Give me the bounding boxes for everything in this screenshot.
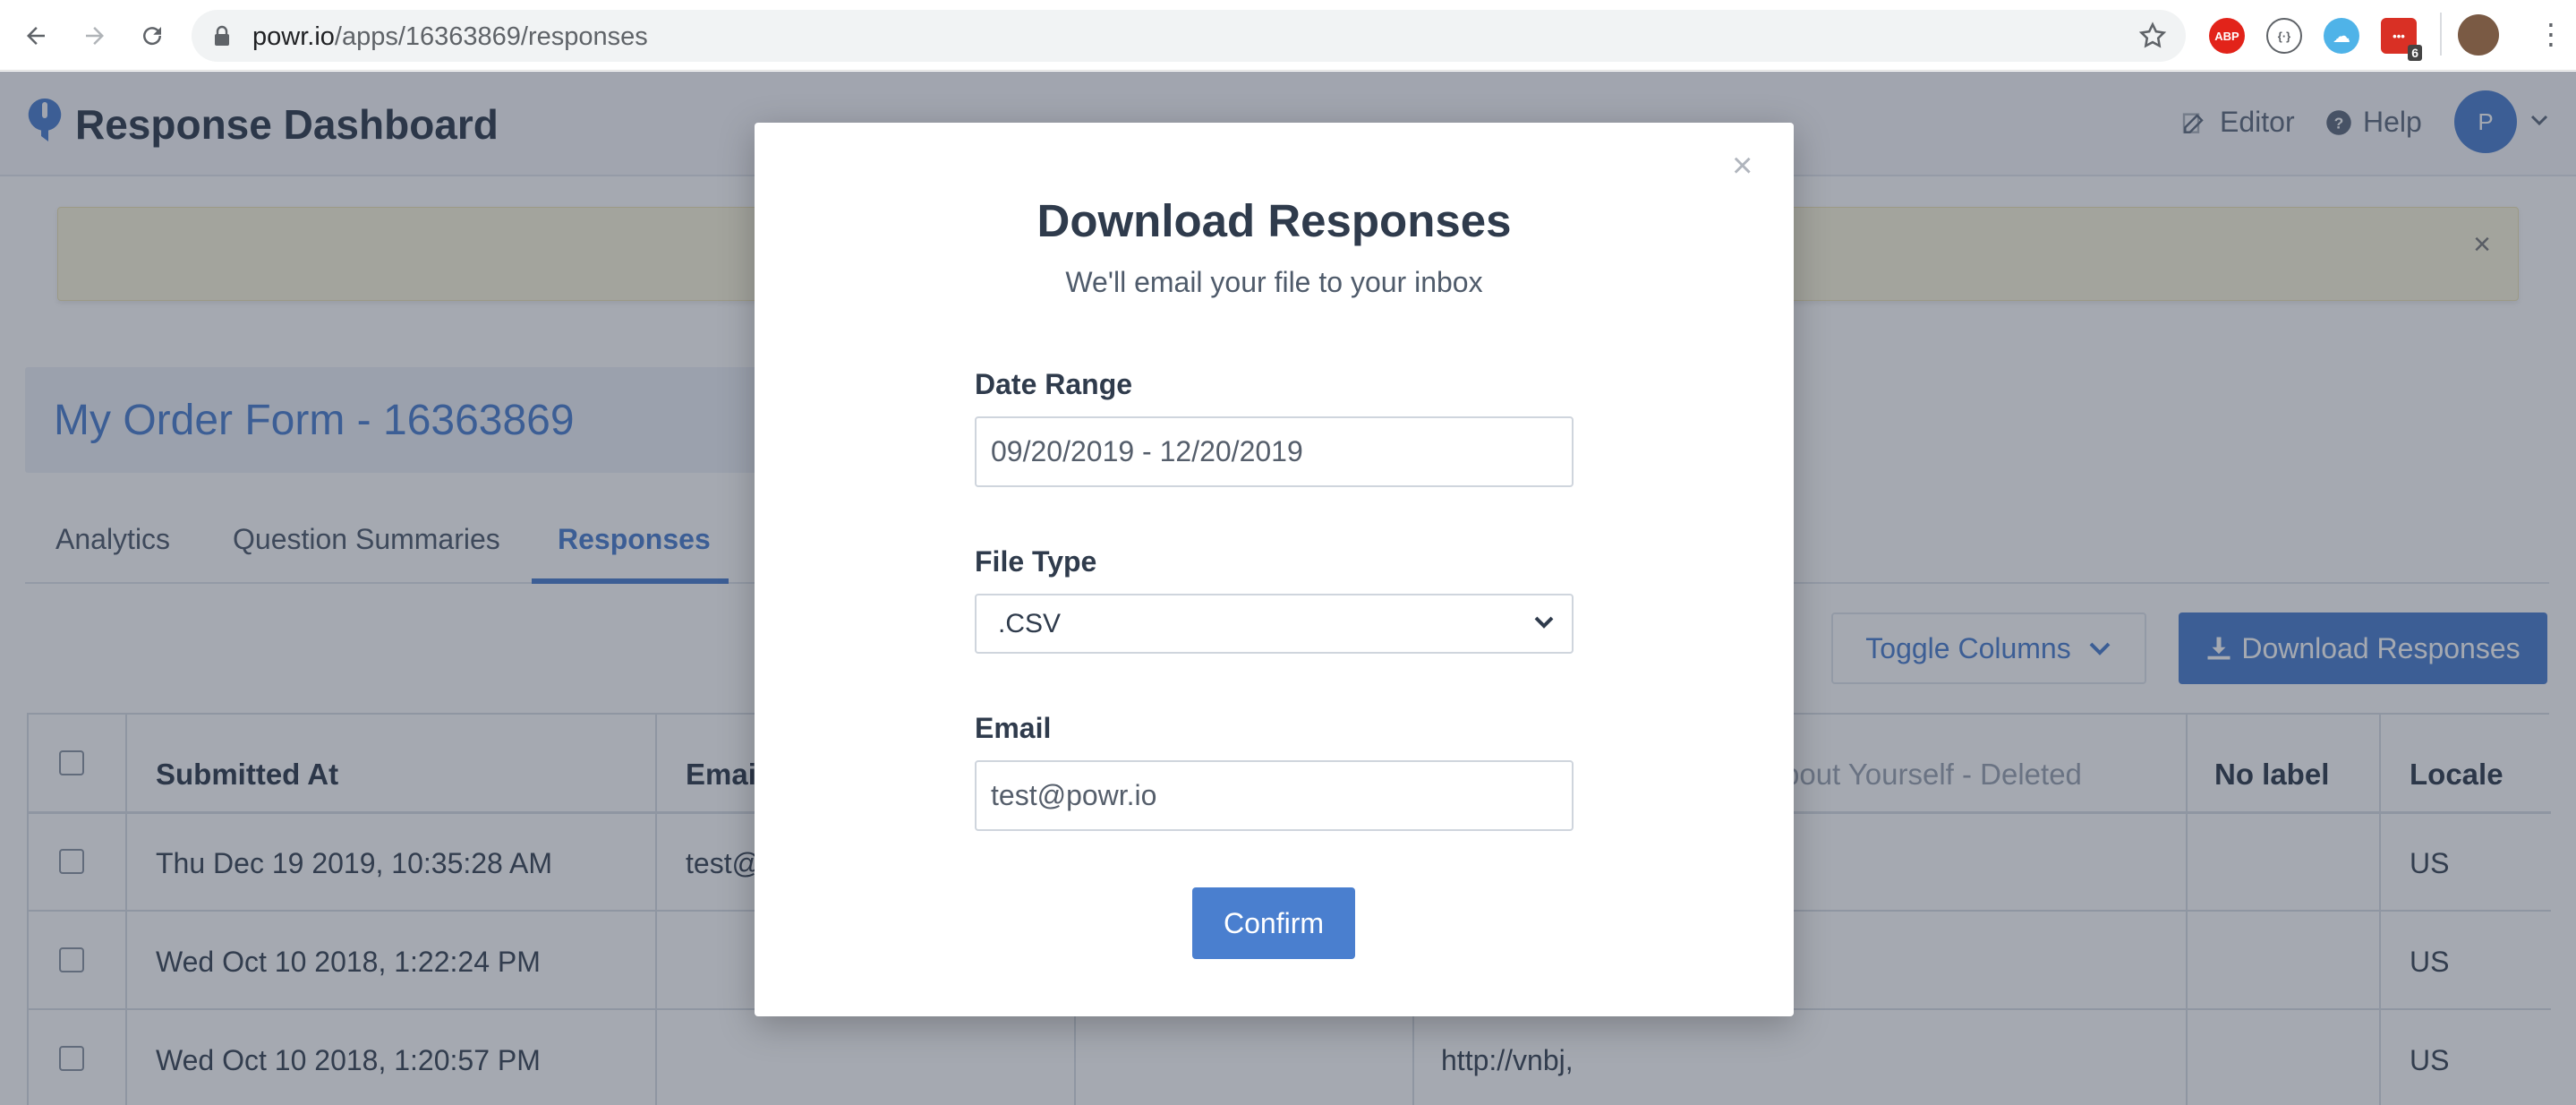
forward-button[interactable] bbox=[75, 16, 115, 56]
code-extension-icon[interactable]: {·} bbox=[2266, 18, 2302, 54]
lock-icon bbox=[215, 25, 229, 46]
file-type-label: File Type bbox=[975, 545, 1097, 578]
cloud-extension-icon[interactable]: ☁ bbox=[2324, 18, 2359, 54]
browser-menu-icon[interactable]: ⋮ bbox=[2537, 20, 2565, 48]
address-bar[interactable]: powr.io/apps/16363869/responses bbox=[192, 10, 2186, 62]
bookmark-star-icon[interactable] bbox=[2137, 21, 2168, 51]
extension-badge: 6 bbox=[2408, 45, 2422, 61]
reload-button[interactable] bbox=[132, 16, 172, 56]
chevron-down-icon bbox=[1534, 616, 1554, 629]
browser-toolbar: powr.io/apps/16363869/responses ABP {·} … bbox=[0, 0, 2576, 71]
modal-subtitle: We'll email your file to your inbox bbox=[1065, 266, 1483, 298]
file-type-select[interactable]: .CSV bbox=[975, 594, 1574, 654]
file-type-value: .CSV bbox=[998, 608, 1062, 638]
profile-avatar[interactable] bbox=[2458, 14, 2499, 56]
back-arrow-icon bbox=[27, 27, 45, 45]
email-input[interactable]: test@powr.io bbox=[975, 760, 1574, 831]
modal-title: Download Responses bbox=[1036, 195, 1512, 246]
reload-icon bbox=[143, 27, 162, 46]
back-button[interactable] bbox=[16, 16, 55, 56]
email-label: Email bbox=[975, 712, 1052, 744]
forward-arrow-icon bbox=[86, 27, 104, 45]
date-range-input[interactable]: 09/20/2019 - 12/20/2019 bbox=[975, 416, 1574, 487]
toolbar-divider bbox=[2440, 13, 2442, 56]
url-text: powr.io/apps/16363869/responses bbox=[252, 22, 648, 51]
mail-extension-icon[interactable]: ••• 6 bbox=[2381, 18, 2422, 61]
date-range-label: Date Range bbox=[975, 368, 1133, 400]
confirm-button[interactable]: Confirm bbox=[1192, 887, 1355, 959]
adblock-plus-icon[interactable]: ABP bbox=[2209, 18, 2245, 54]
download-responses-modal: × Download Responses We'll email your fi… bbox=[755, 123, 1794, 1016]
modal-close-icon[interactable]: × bbox=[1732, 148, 1753, 184]
